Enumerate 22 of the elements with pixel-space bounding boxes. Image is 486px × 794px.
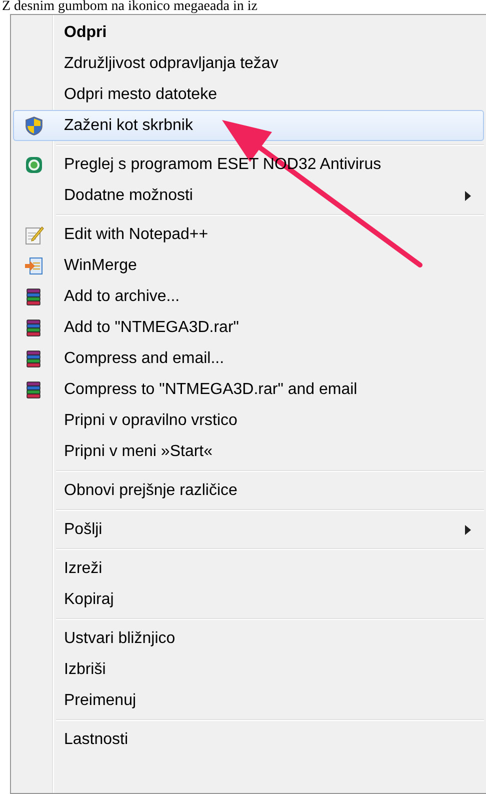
menu-item[interactable]: Dodatne možnosti [13, 180, 484, 211]
menu-item[interactable]: Združljivost odpravljanja težav [13, 48, 484, 79]
menu-item[interactable]: Kopiraj [13, 584, 484, 615]
menu-item[interactable]: Preimenuj [13, 685, 484, 716]
menu-item[interactable]: Pripni v opravilno vrstico [13, 405, 484, 436]
menu-item[interactable]: Izreži [13, 553, 484, 584]
menu-item[interactable]: Compress and email... [13, 343, 484, 374]
caption-text: Z desnim gumbom na ikonico megaeada in iz [1, 0, 258, 14]
menu-item[interactable]: Add to "NTMEGA3D.rar" [13, 312, 484, 343]
menu-item[interactable]: Zaženi kot skrbnik [13, 110, 484, 141]
menu-item[interactable]: Pripni v meni »Start« [13, 436, 484, 467]
menu-item[interactable]: Pošlji [13, 514, 484, 545]
menu-item[interactable]: Edit with Notepad++ [13, 219, 484, 250]
menu-item[interactable]: Odpri mesto datoteke [13, 79, 484, 110]
menu-item[interactable]: Ustvari bližnjico [13, 623, 484, 654]
menu-item[interactable]: Odpri [13, 17, 484, 48]
menu-item[interactable]: Izbriši [13, 654, 484, 685]
menu-item[interactable]: Lastnosti [13, 724, 484, 755]
menu-item[interactable]: Obnovi prejšnje različice [13, 475, 484, 506]
menu-item[interactable]: Compress to "NTMEGA3D.rar" and email [13, 374, 484, 405]
menu-item[interactable]: WinMerge [13, 250, 484, 281]
menu-item[interactable]: Add to archive... [13, 281, 484, 312]
